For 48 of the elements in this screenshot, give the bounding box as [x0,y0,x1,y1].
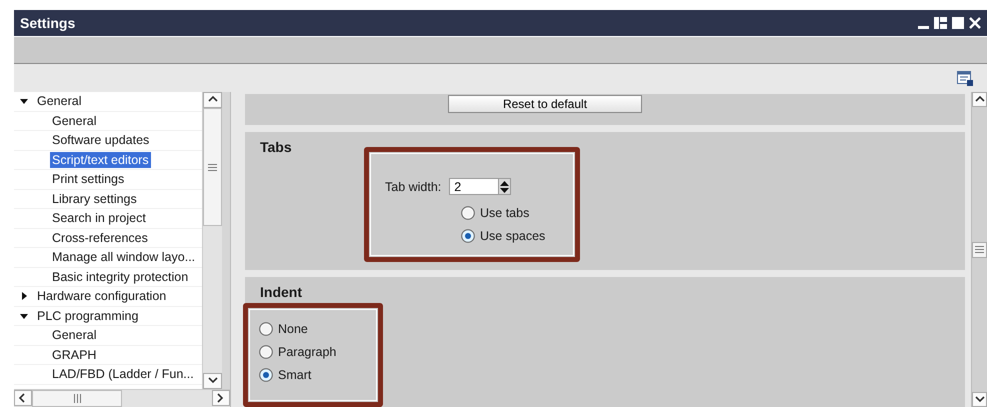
chevron-down-icon [208,376,218,386]
tree-item[interactable]: Hardware configuration [35,288,168,304]
caret-down-icon[interactable] [20,97,28,106]
tree-item[interactable]: General [50,327,98,344]
radio-button[interactable]: Use spaces [461,229,575,243]
horizontal-scrollbar[interactable] [14,389,230,407]
grip-icon [975,246,984,253]
tree-item[interactable]: Search in project [50,210,148,226]
caret-right-icon[interactable] [20,292,28,300]
tree-item[interactable]: GRAPH [50,346,98,363]
chevron-up-icon [974,94,984,104]
close-icon[interactable] [969,17,981,29]
chevron-right-icon [216,393,226,403]
field-label: Tab width: [385,180,442,194]
radio-button[interactable]: Smart [259,368,378,382]
float-icon[interactable] [934,17,947,29]
radio-icon[interactable] [259,322,273,336]
tree-item[interactable]: Basic integrity protection [50,268,190,285]
chevron-down-icon [974,394,984,404]
section-title: Tabs [259,138,293,157]
radio-icon[interactable] [461,206,475,220]
radio-icon[interactable] [259,345,273,359]
tree-item[interactable]: Cross-references [50,230,150,246]
caret-down-icon[interactable] [20,312,28,320]
reset-button[interactable]: Reset to default [448,95,642,113]
radio-button[interactable]: Use tabs [461,206,575,220]
tree-item[interactable]: Software updates [50,132,152,148]
radio-button[interactable]: Paragraph [259,345,378,359]
radio-icon[interactable] [461,229,475,243]
window-title: Settings [20,15,76,31]
vertical-scrollbar[interactable] [202,92,222,389]
grip-icon [74,394,80,403]
radio-icon[interactable] [259,368,273,382]
grip-icon [208,164,218,170]
tree-item[interactable]: Manage all window layo... [50,249,198,266]
tree-item[interactable]: General [50,112,98,129]
tree-item[interactable]: PLC programming [35,308,140,324]
vertical-scrollbar[interactable] [971,92,987,407]
tree-item[interactable]: General [35,93,84,110]
tree-item[interactable]: Library settings [50,190,139,207]
radio-button[interactable]: None [259,322,378,336]
panel-icon[interactable] [957,70,973,86]
section-title: Indent [259,283,303,302]
tree-item[interactable]: LAD/FBD (Ladder / Fun... [50,366,196,382]
spin-field[interactable]: 2 [449,178,512,195]
tree-item[interactable]: Print settings [50,171,126,188]
tree-item[interactable]: Script/text editors [50,152,151,168]
spin-arrows-icon[interactable] [500,180,510,192]
